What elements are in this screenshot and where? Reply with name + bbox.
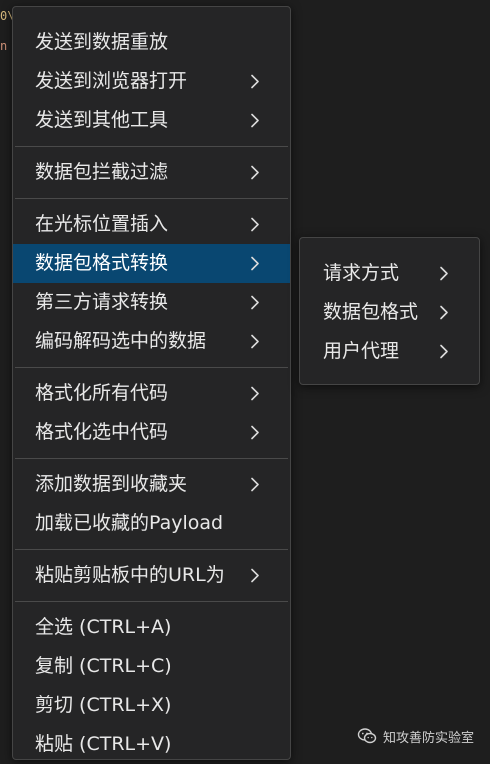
- menu-item-4-1[interactable]: 加载已收藏的Payload: [13, 504, 290, 543]
- submenu-item-2[interactable]: 用户代理: [300, 332, 479, 371]
- chevron-right-icon: [439, 332, 453, 371]
- chevron-right-icon: [250, 465, 264, 504]
- menu-item-0-0[interactable]: 发送到数据重放: [13, 23, 290, 62]
- menu-item-6-3[interactable]: 粘贴 (CTRL+V): [13, 725, 290, 764]
- menu-item-label: 粘贴 (CTRL+V): [35, 733, 172, 755]
- menu-item-label: 剪切 (CTRL+X): [35, 694, 172, 716]
- menu-item-label: 编码解码选中的数据: [35, 330, 207, 352]
- submenu-item-label: 数据包格式: [323, 301, 419, 323]
- submenu-item-label: 请求方式: [323, 262, 400, 284]
- menu-item-3-0[interactable]: 格式化所有代码: [13, 374, 290, 413]
- packet-format-submenu: 请求方式数据包格式用户代理: [299, 237, 480, 385]
- menu-item-label: 发送到浏览器打开: [35, 70, 188, 92]
- chevron-right-icon: [250, 205, 264, 244]
- chevron-right-icon: [250, 62, 264, 101]
- code-fragment: n: [0, 39, 8, 53]
- menu-item-label: 格式化选中代码: [35, 421, 169, 443]
- menu-item-label: 复制 (CTRL+C): [35, 655, 172, 677]
- menu-item-active[interactable]: 数据包格式转换: [13, 244, 290, 283]
- context-menu: 发送到数据重放 发送到浏览器打开 发送到其他工具 数据包拦截过滤 在光标位置插入 数据包格…: [12, 6, 291, 760]
- chevron-right-icon: [439, 293, 453, 332]
- menu-item-2-2[interactable]: 第三方请求转换: [13, 283, 290, 322]
- menu-item-2-0[interactable]: 在光标位置插入: [13, 205, 290, 244]
- menu-item-label: 第三方请求转换: [35, 291, 169, 313]
- chevron-right-icon: [250, 244, 264, 283]
- code-fragment: 0\: [0, 9, 12, 23]
- menu-item-label: 粘贴剪贴板中的URL为: [35, 564, 225, 586]
- chevron-right-icon: [439, 254, 453, 293]
- menu-item-label: 格式化所有代码: [35, 382, 169, 404]
- menu-separator: [15, 146, 288, 147]
- menu-separator: [15, 549, 288, 550]
- chevron-right-icon: [250, 153, 264, 192]
- menu-separator: [15, 458, 288, 459]
- submenu-item-1[interactable]: 数据包格式: [300, 293, 479, 332]
- menu-item-6-1[interactable]: 复制 (CTRL+C): [13, 647, 290, 686]
- menu-item-label: 加载已收藏的Payload: [35, 512, 224, 534]
- menu-item-6-0[interactable]: 全选 (CTRL+A): [13, 608, 290, 647]
- menu-item-label: 发送到数据重放: [35, 31, 169, 53]
- menu-separator: [15, 198, 288, 199]
- menu-item-6-2[interactable]: 剪切 (CTRL+X): [13, 686, 290, 725]
- menu-item-label: 数据包格式转换: [35, 252, 169, 274]
- chevron-right-icon: [250, 101, 264, 140]
- menu-item-0-1[interactable]: 发送到浏览器打开: [13, 62, 290, 101]
- submenu-item-label: 用户代理: [323, 340, 400, 362]
- chevron-right-icon: [250, 374, 264, 413]
- menu-item-0-2[interactable]: 发送到其他工具: [13, 101, 290, 140]
- menu-item-label: 全选 (CTRL+A): [35, 616, 172, 638]
- chevron-right-icon: [250, 556, 264, 595]
- chevron-right-icon: [250, 413, 264, 452]
- watermark-text: 知攻善防实验室: [382, 730, 474, 746]
- chevron-right-icon: [250, 322, 264, 361]
- menu-item-5-0[interactable]: 粘贴剪贴板中的URL为: [13, 556, 290, 595]
- wechat-icon: [357, 726, 377, 746]
- menu-item-2-3[interactable]: 编码解码选中的数据: [13, 322, 290, 361]
- chevron-right-icon: [250, 283, 264, 322]
- menu-item-3-1[interactable]: 格式化选中代码: [13, 413, 290, 452]
- submenu-item-0[interactable]: 请求方式: [300, 254, 479, 293]
- menu-item-1-0[interactable]: 数据包拦截过滤: [13, 153, 290, 192]
- menu-separator: [15, 367, 288, 368]
- menu-item-label: 在光标位置插入: [35, 213, 169, 235]
- menu-separator: [15, 601, 288, 602]
- menu-item-4-0[interactable]: 添加数据到收藏夹: [13, 465, 290, 504]
- menu-item-label: 发送到其他工具: [35, 109, 169, 131]
- menu-item-label: 数据包拦截过滤: [35, 161, 169, 183]
- watermark: 知攻善防实验室: [357, 726, 474, 746]
- menu-item-label: 添加数据到收藏夹: [35, 473, 188, 495]
